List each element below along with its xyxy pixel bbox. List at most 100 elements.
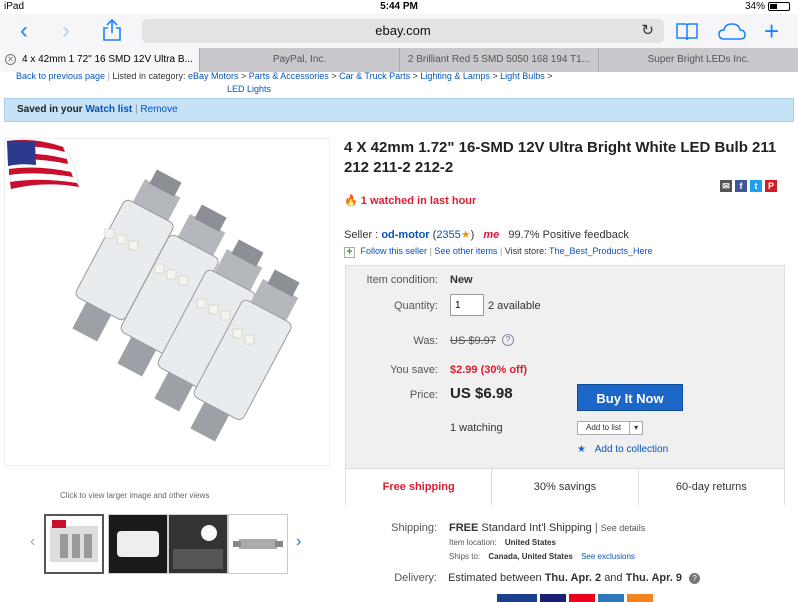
tab-superbright[interactable]: Super Bright LEDs Inc.: [599, 48, 798, 72]
savings-value: $2.99 (30% off): [450, 364, 528, 376]
add-to-collection-link[interactable]: ★ Add to collection: [577, 444, 668, 455]
delivery-and: and: [604, 572, 623, 584]
image-hint: Click to view larger image and other vie…: [60, 491, 210, 500]
bookmarks-icon[interactable]: [676, 20, 698, 48]
back-to-previous-link[interactable]: Back to previous page: [16, 71, 105, 81]
battery-icon: [768, 2, 790, 11]
star-icon: ★: [577, 444, 586, 455]
quantity-input[interactable]: [450, 294, 484, 316]
tab-red-smd[interactable]: 2 Brilliant Red 5 SMD 5050 168 194 T1...: [400, 48, 599, 72]
seller-links: + Follow this seller | See other items |…: [344, 246, 653, 258]
tab-bar: ✕ 4 x 42mm 1 72" 16 SMD 12V Ultra B... P…: [0, 48, 798, 72]
ships-to-label: Ships to:: [449, 552, 481, 561]
was-price: US $9.97: [450, 335, 496, 347]
delivery-label: Delivery:: [394, 572, 437, 584]
see-details-link[interactable]: See details: [601, 523, 646, 533]
tab-paypal[interactable]: PayPal, Inc.: [200, 48, 400, 72]
thumb-prev-icon[interactable]: ‹: [30, 533, 35, 551]
condition-label: Item condition:: [366, 274, 438, 286]
add-to-collection-label: Add to collection: [594, 444, 669, 455]
us-flag-icon: [6, 139, 80, 190]
pinterest-share-icon[interactable]: P: [765, 180, 777, 192]
free-label: FREE: [449, 522, 479, 534]
email-share-icon[interactable]: ✉: [720, 180, 732, 192]
available-text: 2 available: [488, 300, 541, 312]
follow-seller-link[interactable]: Follow this seller: [361, 246, 428, 256]
breadcrumb-item[interactable]: Lighting & Lamps: [420, 71, 490, 81]
new-tab-icon[interactable]: +: [764, 17, 779, 45]
breadcrumb-item[interactable]: LED Lights: [227, 84, 271, 94]
twitter-share-icon[interactable]: t: [750, 180, 762, 192]
listed-in-label: Listed in category:: [112, 71, 186, 81]
discover-logo-icon: [627, 594, 653, 602]
buy-box: Item condition: New Quantity: 2 availabl…: [345, 265, 785, 505]
info-icon[interactable]: ?: [502, 334, 514, 346]
back-icon[interactable]: ‹: [20, 17, 28, 45]
main-product-image[interactable]: [4, 138, 330, 466]
close-tab-icon[interactable]: ✕: [5, 54, 16, 65]
was-label: Was:: [413, 335, 438, 347]
shipping-label: Shipping:: [391, 522, 437, 534]
battery-indicator: 34%: [745, 1, 790, 12]
breadcrumb-item[interactable]: Car & Truck Parts: [339, 71, 410, 81]
seller-info: Seller : od-motor (2355★) me 99.7% Posit…: [344, 229, 629, 241]
watch-list-link[interactable]: Watch list: [85, 104, 132, 115]
browser-toolbar: ‹ › ebay.com ↻ +: [0, 14, 798, 48]
share-icon[interactable]: [102, 18, 122, 46]
visa-logo-icon: [540, 594, 566, 602]
clock: 5:44 PM: [380, 1, 418, 12]
seller-label: Seller :: [344, 229, 379, 241]
add-to-list-control[interactable]: Add to list ▾: [577, 421, 644, 435]
item-location-value: United States: [504, 538, 556, 547]
thumbnail-4[interactable]: [228, 514, 288, 574]
thumbnail-2[interactable]: [108, 514, 168, 574]
tab-label: Super Bright LEDs Inc.: [647, 54, 750, 65]
flame-icon: 🔥: [344, 195, 358, 207]
help-icon[interactable]: ?: [689, 573, 701, 584]
breadcrumb: Back to previous page | Listed in catego…: [0, 71, 798, 98]
battery-percent: 34%: [744, 1, 765, 12]
shipping-method: Standard Int'l Shipping: [481, 522, 592, 534]
free-shipping-badge: Free shipping: [346, 469, 493, 505]
ships-to-value: Canada, United States: [488, 552, 573, 561]
add-to-list-button[interactable]: Add to list: [577, 421, 631, 435]
seller-feedback-count[interactable]: 2355: [436, 229, 460, 241]
tab-label: PayPal, Inc.: [272, 54, 327, 65]
thumb-next-icon[interactable]: ›: [296, 533, 301, 551]
cloud-tabs-icon[interactable]: [718, 20, 746, 48]
remove-link[interactable]: Remove: [140, 104, 177, 115]
thumbnail-3[interactable]: [168, 514, 228, 574]
address-bar[interactable]: ebay.com ↻: [142, 19, 664, 43]
watching-count: 1 watching: [450, 422, 503, 434]
breadcrumb-item[interactable]: Parts & Accessories: [249, 71, 329, 81]
facebook-share-icon[interactable]: f: [735, 180, 747, 192]
benefits-strip: Free shipping 30% savings 60-day returns: [346, 468, 784, 505]
forward-icon[interactable]: ›: [62, 17, 70, 45]
reload-icon[interactable]: ↻: [641, 19, 654, 43]
tab-label: 4 x 42mm 1 72" 16 SMD 12V Ultra B...: [22, 54, 193, 65]
seller-name-link[interactable]: od-motor: [381, 229, 429, 241]
store-link[interactable]: The_Best_Products_Here: [549, 246, 653, 256]
thumbnail-1[interactable]: [44, 514, 104, 574]
price-label: Price:: [409, 389, 438, 401]
see-other-items-link[interactable]: See other items: [434, 246, 497, 256]
payment-logos: [497, 594, 653, 602]
breadcrumb-item[interactable]: Light Bulbs: [500, 71, 545, 81]
star-icon: ★: [460, 229, 471, 241]
mastercard-logo-icon: [569, 594, 595, 602]
banner-prefix: Saved in your: [17, 104, 83, 115]
returns-badge: 60-day returns: [675, 481, 747, 493]
condition-value: New: [450, 274, 473, 286]
delivery-row: Delivery: Estimated between Thu. Apr. 2 …: [345, 572, 701, 584]
status-bar: iPad 5:44 PM 34%: [0, 0, 798, 14]
see-exclusions-link[interactable]: See exclusions: [581, 552, 635, 561]
breadcrumb-item[interactable]: eBay Motors: [188, 71, 239, 81]
dropdown-arrow-icon[interactable]: ▾: [630, 421, 644, 435]
tab-ebay-listing[interactable]: ✕ 4 x 42mm 1 72" 16 SMD 12V Ultra B...: [0, 48, 200, 72]
buy-it-now-button[interactable]: Buy It Now: [577, 384, 683, 411]
you-save-label: You save:: [390, 364, 438, 376]
amex-logo-icon: [598, 594, 624, 602]
me-badge-icon: me: [483, 229, 500, 241]
watchlist-banner: Saved in your Watch list | Remove: [4, 98, 794, 122]
delivery-text: Estimated between: [448, 572, 542, 584]
